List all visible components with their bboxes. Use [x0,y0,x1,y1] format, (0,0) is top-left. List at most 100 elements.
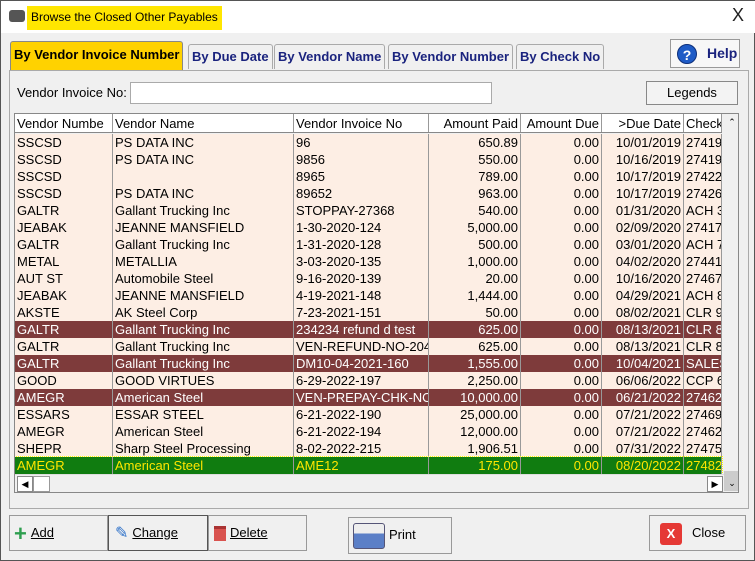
cell-vendor-name: Gallant Trucking Inc [113,338,294,355]
table-row[interactable]: JEABAK JEANNE MANSFIELD 1-30-2020-124 5,000… [15,219,722,236]
cell-vendor-invoice-no: 6-29-2022-197 [294,372,429,389]
legends-button[interactable]: Legends [646,81,738,105]
cell-amount-paid: 2,250.00 [429,372,521,389]
column-header-check[interactable]: Check [684,114,722,132]
cell-vendor-name [113,168,294,185]
title-bar: Browse the Closed Other Payables X [1,1,755,33]
cell-vendor-name: Sharp Steel Processing [113,440,294,457]
horizontal-scrollbar[interactable]: ◀ ▶ [15,474,724,492]
cell-vendor-name: Automobile Steel [113,270,294,287]
cell-amount-due: 0.00 [521,287,602,304]
cell-amount-due: 0.00 [521,134,602,151]
table-row[interactable]: SHEPR Sharp Steel Processing 8-02-2022-215… [15,440,722,457]
change-button[interactable]: ✎ Change [108,515,208,551]
table-row[interactable]: SSCSD PS DATA INC 96 650.89 0.00 10/01/2019 27… [15,134,722,151]
cell-vendor-invoice-no: 8965 [294,168,429,185]
table-row[interactable]: ESSARS ESSAR STEEL 6-21-2022-190 25,000.00 0… [15,406,722,423]
cell-vendor-name: Gallant Trucking Inc [113,202,294,219]
cell-check: ACH 3 [686,202,722,219]
tab-by-check-no[interactable]: By Check No [516,44,605,69]
vertical-scrollbar[interactable]: ⌃ ⌄ [724,114,738,492]
cell-vendor-invoice-no: 89652 [294,185,429,202]
cell-vendor-number: AMEGR [15,423,113,440]
tab-by-vendor-name[interactable]: By Vendor Name [274,44,386,69]
cell-vendor-name: American Steel [113,457,294,474]
scroll-up-icon[interactable]: ⌃ [724,115,738,131]
cell-amount-paid: 5,000.00 [429,219,521,236]
close-button[interactable]: X Close [649,515,746,551]
cell-vendor-name: PS DATA INC [113,134,294,151]
tab-by-vendor-invoice-number[interactable]: By Vendor Invoice Number [10,41,184,71]
cell-vendor-number: SSCSD [15,151,113,168]
cell-amount-due: 0.00 [521,372,602,389]
cell-vendor-name: AK Steel Corp [113,304,294,321]
cell-vendor-number: ESSARS [15,406,113,423]
column-header-vendor-invoice-no[interactable]: Vendor Invoice No [294,114,429,132]
add-label: Add [30,525,54,540]
table-row[interactable]: AUT ST Automobile Steel 9-16-2020-139 20.00… [15,270,722,287]
cell-vendor-number: JEABAK [15,287,113,304]
cell-check: 27475 [686,440,722,457]
cell-check: 27482 [686,457,722,474]
cell-due-date: 07/21/2022 [602,406,684,423]
cell-due-date: 02/09/2020 [602,219,684,236]
cell-amount-due: 0.00 [521,321,602,338]
table-row[interactable]: JEABAK JEANNE MANSFIELD 4-19-2021-148 1,444… [15,287,722,304]
cell-amount-paid: 10,000.00 [429,389,521,406]
cell-due-date: 04/29/2021 [602,287,684,304]
tab-by-vendor-number[interactable]: By Vendor Number [388,44,514,69]
vendor-invoice-no-input[interactable] [130,82,492,104]
table-row[interactable]: GALTR Gallant Trucking Inc 1-31-2020-128 50… [15,236,722,253]
table-row[interactable]: SSCSD PS DATA INC 89652 963.00 0.00 10/17/201… [15,185,722,202]
cell-vendor-invoice-no: DM10-04-2021-160 [294,355,429,372]
cell-amount-due: 0.00 [521,236,602,253]
column-header-amount-due[interactable]: Amount Due [521,114,602,132]
scroll-down-icon[interactable]: ⌄ [724,476,738,492]
table-row[interactable]: GALTR Gallant Trucking Inc DM10-04-2021-16… [15,355,722,372]
add-button[interactable]: + Add [9,515,108,551]
cell-amount-due: 0.00 [521,253,602,270]
table-row[interactable]: METAL METALLIA 3-03-2020-135 1,000.00 0.00 04… [15,253,722,270]
cell-vendor-invoice-no: STOPPAY-27368 [294,202,429,219]
cell-due-date: 06/21/2022 [602,389,684,406]
print-button[interactable]: Print [348,517,452,554]
delete-button[interactable]: Delete [208,515,307,551]
cell-check: 27417 [686,219,722,236]
table-row[interactable]: GALTR Gallant Trucking Inc STOPPAY-27368 54… [15,202,722,219]
table-row[interactable]: GALTR Gallant Trucking Inc 234234 refund d… [15,321,722,338]
cell-amount-paid: 625.00 [429,321,521,338]
scroll-right-icon[interactable]: ▶ [707,476,723,492]
cell-amount-paid: 1,000.00 [429,253,521,270]
column-header-vendor-number[interactable]: Vendor Numbe [15,114,113,132]
scroll-left-icon[interactable]: ◀ [17,476,33,492]
cell-check: CLR 8, [684,338,722,355]
cell-amount-due: 0.00 [521,202,602,219]
column-header-vendor-name[interactable]: Vendor Name [113,114,294,132]
cell-check: 27426 [686,185,722,202]
table-row[interactable]: SSCSD PS DATA INC 9856 550.00 0.00 10/16/2019… [15,151,722,168]
table-row[interactable]: SSCSD 8965 789.00 0.00 10/17/2019 27422 [15,168,722,185]
cell-vendor-number: SSCSD [15,134,113,151]
column-header-amount-paid[interactable]: Amount Paid [429,114,521,132]
cell-vendor-name: GOOD VIRTUES [113,372,294,389]
trash-icon [214,526,226,542]
cell-check: 27467 [686,270,722,287]
cell-amount-due: 0.00 [521,423,602,440]
grid-header: Vendor Numbe Vendor Name Vendor Invoice … [15,114,722,133]
table-row[interactable]: GALTR Gallant Trucking Inc VEN-REFUND-NO-2… [15,338,722,355]
hscroll-thumb[interactable] [33,476,50,492]
tab-by-due-date[interactable]: By Due Date [188,44,273,69]
column-header-due-date[interactable]: >Due Date [602,114,684,132]
cell-amount-due: 0.00 [521,440,602,457]
table-row[interactable]: AMEGR American Steel 6-21-2022-194 12,000.0… [15,423,722,440]
table-row[interactable]: GOOD GOOD VIRTUES 6-29-2022-197 2,250.00 0.0… [15,372,722,389]
cell-vendor-name: Gallant Trucking Inc [113,321,294,338]
cell-vendor-invoice-no: 234234 refund d test [294,321,429,338]
table-row[interactable]: AKSTE AK Steel Corp 7-23-2021-151 50.00 0.00… [15,304,722,321]
cell-amount-due: 0.00 [521,304,602,321]
table-row[interactable]: AMEGR American Steel VEN-PREPAY-CHK-NO 10,0… [15,389,722,406]
cell-check: 27419 [686,151,722,168]
table-row[interactable]: AMEGR American Steel AME12 175.00 0.00 08/20/… [15,456,723,475]
window-close-button[interactable]: X [732,5,744,26]
help-button[interactable]: ? Help [670,39,740,68]
